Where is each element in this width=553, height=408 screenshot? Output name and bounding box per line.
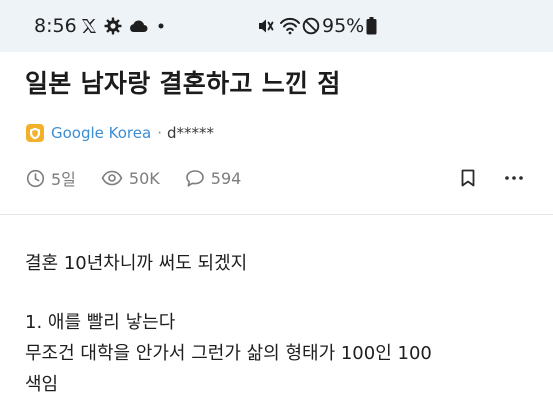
x-logo-icon xyxy=(80,0,98,52)
author-id: d***** xyxy=(166,124,215,142)
body-line: 1. 애를 빨리 낳는다 xyxy=(25,312,176,333)
body-line: 무조건 대학을 안가서 그런가 삶의 형태가 100인 100 xyxy=(25,343,432,364)
more-horizontal-icon xyxy=(505,176,523,180)
header-divider xyxy=(0,214,553,215)
comment-count: 594 xyxy=(210,168,242,188)
battery-icon xyxy=(366,0,377,52)
company-link[interactable]: Google Korea xyxy=(51,124,151,142)
do-not-disturb-icon xyxy=(302,0,320,52)
eye-icon xyxy=(101,170,123,186)
time-ago: 5일 xyxy=(51,170,76,189)
wifi-call-icon xyxy=(279,0,301,52)
post-stats: 5일 50K 594 xyxy=(26,166,266,190)
bookmark-icon xyxy=(461,169,475,187)
body-line: 결혼 10년차니까 써도 되겠지 xyxy=(25,253,248,274)
body-line: 색임 xyxy=(25,374,59,395)
cloud-icon xyxy=(128,0,148,52)
settings-gear-icon xyxy=(104,0,122,52)
view-count: 50K xyxy=(128,168,160,188)
dot-icon xyxy=(158,0,164,52)
status-bar: 8:56 95% xyxy=(0,0,553,52)
post-body: 결혼 10년차니까 써도 되겠지 1. 애를 빨리 낳는다 무조건 대학을 안가… xyxy=(25,248,535,400)
status-time: 8:56 xyxy=(34,15,77,37)
comment-icon xyxy=(185,169,204,187)
company-shield-icon xyxy=(26,124,44,142)
bookmark-button[interactable] xyxy=(457,166,479,190)
stat-comments[interactable]: 594 xyxy=(185,168,242,188)
post-meta: Google Korea · d***** xyxy=(26,122,214,144)
more-options-button[interactable] xyxy=(500,166,528,190)
stat-views: 50K xyxy=(101,169,160,188)
stat-time: 5일 xyxy=(26,166,76,190)
meta-separator: · xyxy=(157,124,162,142)
battery-percent: 95% xyxy=(322,15,365,37)
post-title: 일본 남자랑 결혼하고 느낀 점 xyxy=(25,69,341,98)
clock-icon xyxy=(26,169,45,187)
mute-vibrate-icon xyxy=(255,0,275,52)
